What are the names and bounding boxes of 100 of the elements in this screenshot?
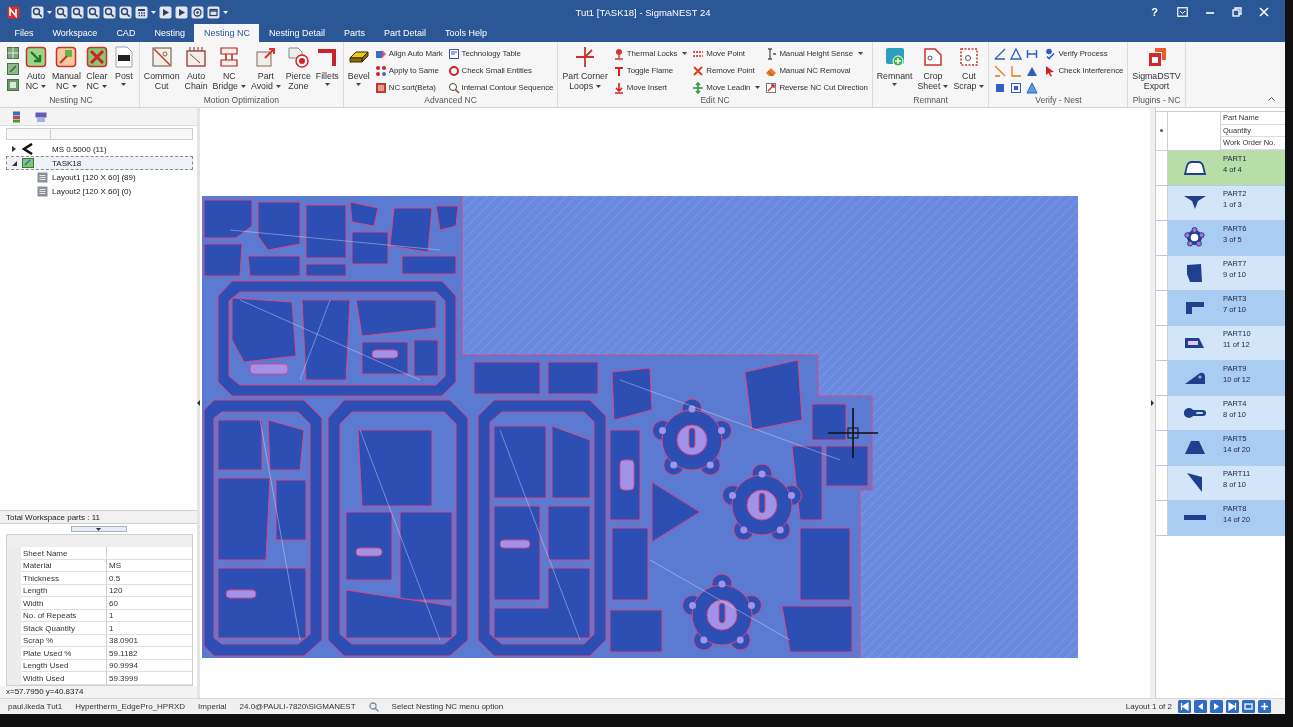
chevron-icon — [22, 143, 34, 155]
property-name: Thickness — [22, 572, 60, 585]
pin-icon — [612, 47, 625, 60]
last-page-icon[interactable] — [1226, 700, 1239, 713]
ribbon-display-icon[interactable] — [1177, 7, 1188, 17]
app-logo-icon[interactable] — [7, 5, 20, 19]
caret-icon[interactable] — [47, 10, 52, 14]
ring-icon — [447, 64, 460, 77]
zoom-icon[interactable] — [31, 5, 44, 19]
square-icon[interactable] — [1010, 82, 1023, 94]
angle-icon[interactable] — [994, 48, 1007, 60]
stacked-blocks-icon[interactable] — [11, 110, 22, 123]
l-shape-icon — [1185, 301, 1204, 314]
property-name: Length Used — [22, 660, 70, 672]
ribbon-button[interactable]: Manual NC — [50, 46, 83, 91]
ribbon-button[interactable]: Crop Sheet — [915, 46, 951, 91]
tree-item[interactable]: TASK18 — [6, 156, 193, 170]
tree-item[interactable]: Layout2 [120 X 60] (0) — [6, 184, 193, 198]
bar-shape-icon — [1183, 515, 1206, 520]
ribbon-button[interactable]: Pierce Zone — [283, 46, 313, 91]
sheet-icon — [22, 157, 34, 169]
ribbon-button[interactable]: SigmaDSTV Export — [1130, 46, 1183, 91]
close-icon[interactable] — [1259, 7, 1269, 17]
ribbon-button[interactable]: Cut Scrap — [951, 46, 987, 91]
square-line-tile-icon — [55, 46, 78, 68]
tile-icon[interactable] — [7, 79, 19, 91]
status-text: Imperial — [198, 702, 227, 711]
zoom-icon[interactable] — [103, 5, 116, 19]
play-icon[interactable] — [159, 5, 172, 19]
help-button[interactable]: ? — [1149, 6, 1160, 18]
tree-item[interactable]: MS 0.5000 (11) — [6, 142, 193, 156]
zoom-icon[interactable] — [87, 5, 100, 19]
ribbon-tab[interactable]: CAD — [106, 24, 145, 42]
caret-right-icon[interactable] — [12, 146, 16, 152]
ribbon-button[interactable]: Auto Chain — [182, 46, 210, 91]
dome-outline-icon — [1182, 159, 1207, 176]
ribbon-tab[interactable]: Nesting NC — [194, 24, 260, 42]
splitter-handle[interactable] — [70, 526, 127, 532]
slot-shape-icon — [1185, 337, 1204, 348]
ribbon-tab[interactable]: Workspace — [43, 24, 107, 42]
ribbon-button[interactable]: Post — [110, 46, 137, 86]
diagonal-icon[interactable] — [994, 65, 1007, 77]
property-name: Scrap % — [22, 635, 55, 647]
triangle-icon[interactable] — [1010, 48, 1023, 60]
property-value: MS — [108, 560, 122, 572]
ribbon-button[interactable]: Fillets — [313, 46, 341, 86]
calculator-icon[interactable] — [135, 5, 148, 19]
ribbon-button[interactable]: Clear NC — [83, 46, 110, 91]
square-icon[interactable] — [994, 82, 1007, 94]
ribbon-tab[interactable]: Nesting Detail — [259, 24, 335, 42]
tile-icon[interactable] — [7, 47, 19, 59]
dots-icon — [374, 64, 387, 77]
ribbon-tab[interactable]: Parts — [334, 24, 375, 42]
wedge-shape-icon — [1184, 371, 1205, 384]
next-page-icon[interactable] — [1210, 700, 1223, 713]
t-shape-icon — [612, 64, 625, 77]
property-value: 120 — [108, 585, 124, 597]
panel-icon[interactable] — [35, 110, 47, 123]
caret-down-icon[interactable] — [11, 160, 17, 166]
property-value: 59.3999 — [108, 672, 139, 685]
ribbon-tab[interactable]: Nesting — [144, 24, 195, 42]
zoom-icon[interactable] — [119, 5, 132, 19]
tile-icon[interactable] — [7, 63, 19, 75]
ribbon-button[interactable]: Bevel — [345, 46, 372, 86]
ribbon-button[interactable]: Part Avoid — [249, 46, 283, 91]
tree-item[interactable]: Layout1 [120 X 60] (89) — [6, 170, 193, 184]
target-icon[interactable] — [191, 5, 204, 19]
ribbon-button[interactable]: Common Cut — [141, 46, 182, 91]
property-value: 59.1182 — [108, 647, 139, 660]
group-label: Nesting NC — [48, 95, 94, 107]
window-icon[interactable] — [1242, 700, 1255, 713]
property-value: 38.0901 — [108, 635, 139, 647]
previous-page-icon[interactable] — [1194, 700, 1207, 713]
group-label: Advanced NC — [423, 95, 478, 107]
cursor-coordinates: x=57.7950 y=40.8374 — [0, 686, 197, 698]
ribbon-button[interactable]: NC Bridge — [210, 46, 248, 91]
ribbon-button[interactable]: Auto NC — [23, 46, 49, 91]
caret-icon[interactable] — [223, 10, 228, 14]
ribbon-button[interactable]: Part Corner Loops — [560, 46, 610, 91]
ribbon-tab[interactable]: Part Detail — [374, 24, 436, 42]
add-icon[interactable] — [1258, 700, 1271, 713]
property-value: 60 — [108, 597, 119, 610]
property-name: No. of Repeats — [22, 610, 78, 622]
play-icon[interactable] — [175, 5, 188, 19]
group-label: Edit NC — [699, 95, 731, 107]
move-arrows-icon — [692, 81, 705, 94]
ribbon-tab[interactable]: Tools Help — [435, 24, 497, 42]
collapse-ribbon-icon[interactable] — [1268, 97, 1275, 101]
triangle-icon[interactable] — [1026, 82, 1039, 94]
window-icon[interactable] — [207, 5, 220, 19]
zoom-icon[interactable] — [55, 5, 68, 19]
first-page-icon[interactable] — [1178, 700, 1191, 713]
zoom-icon[interactable] — [71, 5, 84, 19]
ribbon-tab[interactable]: Files — [5, 24, 43, 42]
ribbon-button[interactable]: Remnant — [874, 46, 915, 86]
restore-icon[interactable] — [1232, 7, 1242, 17]
h-beam-icon[interactable] — [1026, 48, 1039, 60]
caret-icon[interactable] — [151, 10, 156, 14]
dashed-square-icon — [957, 46, 980, 68]
triangle-icon[interactable] — [1026, 65, 1039, 77]
